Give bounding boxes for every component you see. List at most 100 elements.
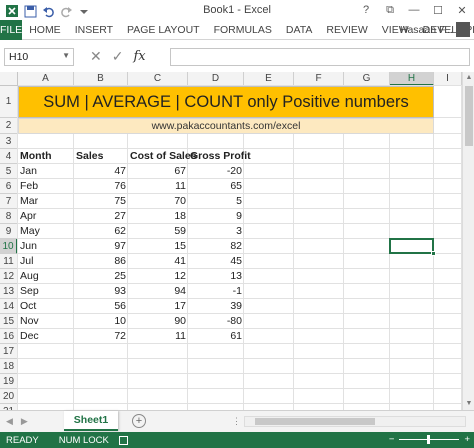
data-cell[interactable]: Jan xyxy=(18,164,74,179)
data-cell[interactable]: -1 xyxy=(188,284,244,299)
cancel-icon[interactable]: ✕ xyxy=(90,48,102,65)
select-all-corner[interactable] xyxy=(0,72,18,86)
zoom-in-button[interactable]: + xyxy=(464,434,470,445)
user-account[interactable]: Hasaan F... xyxy=(400,22,470,37)
prev-sheet-icon[interactable]: ◀ xyxy=(6,416,13,427)
data-cell[interactable]: 47 xyxy=(74,164,128,179)
data-cell[interactable]: 39 xyxy=(188,299,244,314)
macro-record-icon[interactable] xyxy=(118,435,128,445)
scrollbar-thumb[interactable] xyxy=(465,86,473,146)
fill-handle[interactable] xyxy=(431,251,436,256)
help-icon[interactable]: ? xyxy=(354,0,378,20)
data-cell[interactable]: 27 xyxy=(74,209,128,224)
data-cell[interactable]: 59 xyxy=(128,224,188,239)
row-header-19[interactable]: 19 xyxy=(0,374,18,389)
data-cell[interactable]: 41 xyxy=(128,254,188,269)
tab-sheet1[interactable]: Sheet1 xyxy=(64,411,118,431)
data-cell[interactable]: 5 xyxy=(188,194,244,209)
header-cell[interactable]: Sales xyxy=(74,149,128,164)
split-handle-icon[interactable]: ⋮ xyxy=(232,416,241,427)
data-cell[interactable]: 65 xyxy=(188,179,244,194)
add-sheet-button[interactable]: + xyxy=(132,414,146,428)
website-url[interactable]: www.pakaccountants.com/excel xyxy=(18,118,434,134)
tab-file[interactable]: FILE xyxy=(0,19,23,40)
data-cell[interactable]: 45 xyxy=(188,254,244,269)
minimize-icon[interactable]: — xyxy=(402,0,426,20)
data-cell[interactable]: Sep xyxy=(18,284,74,299)
data-cell[interactable]: 82 xyxy=(188,239,244,254)
data-cell[interactable]: -80 xyxy=(188,314,244,329)
tab-formulas[interactable]: FORMULAS xyxy=(207,24,279,36)
row-header-4[interactable]: 4 xyxy=(0,149,18,164)
data-cell[interactable]: 9 xyxy=(188,209,244,224)
vertical-scrollbar[interactable]: ▲ ▼ xyxy=(462,72,474,410)
data-cell[interactable]: 72 xyxy=(74,329,128,344)
ribbon-display-icon[interactable]: ⧉ xyxy=(378,0,402,20)
data-cell[interactable]: 93 xyxy=(74,284,128,299)
row-header-6[interactable]: 6 xyxy=(0,179,18,194)
horizontal-scrollbar[interactable] xyxy=(244,416,466,427)
header-cell[interactable]: Cost of Sales xyxy=(128,149,197,164)
data-cell[interactable]: Jun xyxy=(18,239,74,254)
row-header-1[interactable]: 1 xyxy=(0,86,18,118)
data-cell[interactable]: 75 xyxy=(74,194,128,209)
chevron-down-icon[interactable]: ▼ xyxy=(62,51,70,60)
scrollbar-thumb[interactable] xyxy=(255,418,375,425)
data-cell[interactable]: Aug xyxy=(18,269,74,284)
data-cell[interactable]: 61 xyxy=(188,329,244,344)
row-header-18[interactable]: 18 xyxy=(0,359,18,374)
column-header-e[interactable]: E xyxy=(244,72,294,86)
data-cell[interactable]: 76 xyxy=(74,179,128,194)
row-header-17[interactable]: 17 xyxy=(0,344,18,359)
row-header-12[interactable]: 12 xyxy=(0,269,18,284)
header-cell[interactable]: Month xyxy=(18,149,74,164)
data-cell[interactable]: Apr xyxy=(18,209,74,224)
column-header-d[interactable]: D xyxy=(188,72,244,86)
close-icon[interactable]: ✕ xyxy=(450,0,474,20)
active-cell-h10[interactable] xyxy=(389,238,436,256)
row-header-14[interactable]: 14 xyxy=(0,299,18,314)
column-header-b[interactable]: B xyxy=(74,72,128,86)
data-cell[interactable]: 25 xyxy=(74,269,128,284)
row-header-11[interactable]: 11 xyxy=(0,254,18,269)
insert-function-icon[interactable]: fx xyxy=(133,49,145,64)
column-header-c[interactable]: C xyxy=(128,72,188,86)
row-header-2[interactable]: 2 xyxy=(0,118,18,134)
data-cell[interactable]: Dec xyxy=(18,329,74,344)
data-cell[interactable]: 11 xyxy=(128,179,188,194)
data-cell[interactable]: May xyxy=(18,224,74,239)
data-cell[interactable]: Oct xyxy=(18,299,74,314)
column-header-a[interactable]: A xyxy=(18,72,74,86)
scroll-down-icon[interactable]: ▼ xyxy=(463,398,474,410)
data-cell[interactable]: 67 xyxy=(128,164,188,179)
row-header-20[interactable]: 20 xyxy=(0,389,18,404)
scroll-up-icon[interactable]: ▲ xyxy=(463,72,474,84)
row-header-7[interactable]: 7 xyxy=(0,194,18,209)
data-cell[interactable]: 12 xyxy=(128,269,188,284)
next-sheet-icon[interactable]: ▶ xyxy=(21,416,28,427)
zoom-slider-knob[interactable] xyxy=(427,435,431,444)
name-box[interactable]: H10 ▼ xyxy=(4,48,74,66)
row-header-16[interactable]: 16 xyxy=(0,329,18,344)
row-header-13[interactable]: 13 xyxy=(0,284,18,299)
row-header-8[interactable]: 8 xyxy=(0,209,18,224)
tab-home[interactable]: HOME xyxy=(22,24,68,36)
tab-review[interactable]: REVIEW xyxy=(319,24,374,36)
data-cell[interactable]: Feb xyxy=(18,179,74,194)
tab-data[interactable]: DATA xyxy=(279,24,319,36)
data-cell[interactable]: 86 xyxy=(74,254,128,269)
data-cell[interactable]: 62 xyxy=(74,224,128,239)
column-header-f[interactable]: F xyxy=(294,72,344,86)
banner-title[interactable]: SUM | AVERAGE | COUNT only Positive numb… xyxy=(18,86,434,118)
data-cell[interactable]: Mar xyxy=(18,194,74,209)
data-cell[interactable]: Jul xyxy=(18,254,74,269)
data-cell[interactable]: 13 xyxy=(188,269,244,284)
column-header-i[interactable]: I xyxy=(434,72,462,86)
tab-page-layout[interactable]: PAGE LAYOUT xyxy=(120,24,207,36)
data-cell[interactable]: 94 xyxy=(128,284,188,299)
row-header-15[interactable]: 15 xyxy=(0,314,18,329)
data-cell[interactable]: 15 xyxy=(128,239,188,254)
zoom-out-button[interactable]: − xyxy=(389,434,395,445)
data-cell[interactable]: 17 xyxy=(128,299,188,314)
data-cell[interactable]: -20 xyxy=(188,164,244,179)
